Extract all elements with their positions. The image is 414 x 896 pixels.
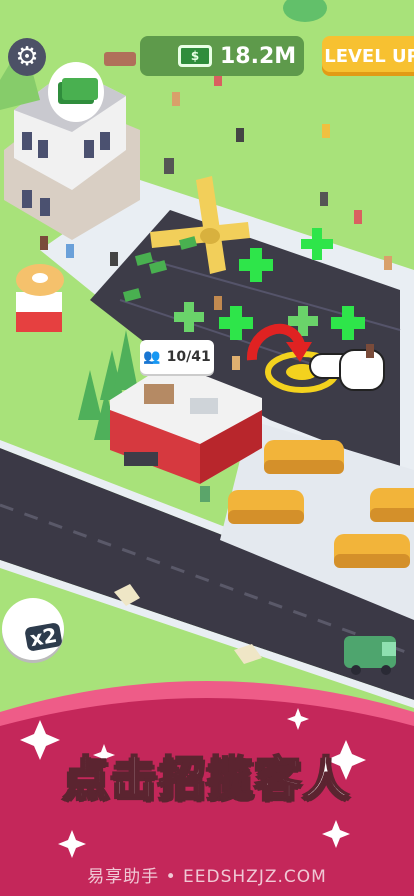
bus-icon: [228, 490, 304, 524]
people-group-icon: 👥: [143, 349, 161, 365]
x2-booster-button[interactable]: x2: [2, 598, 64, 660]
bus-icon: [334, 534, 410, 568]
settings-button[interactable]: ⚙: [8, 38, 46, 76]
visitor-counter: 👥 10/41: [140, 340, 214, 374]
bus-icon: [370, 488, 414, 522]
banner-title: 点击招揽客人: [62, 750, 351, 806]
money-value: 18.2M: [220, 43, 297, 69]
cash-bubble-icon: [48, 62, 104, 122]
visitor-count: 10/41: [166, 349, 211, 365]
money-display: 18.2M: [140, 36, 304, 76]
booster-label: x2: [23, 622, 63, 652]
gear-icon: ⚙: [15, 42, 39, 72]
level-up-button[interactable]: LEVEL UP: [322, 36, 414, 76]
donut-shop: [16, 264, 64, 332]
bus-icon: [264, 440, 344, 474]
watermark: 易享助手 • EEDSHZJZ.COM: [87, 867, 327, 887]
bench: [104, 52, 136, 66]
cash-bill-icon: [178, 45, 212, 67]
